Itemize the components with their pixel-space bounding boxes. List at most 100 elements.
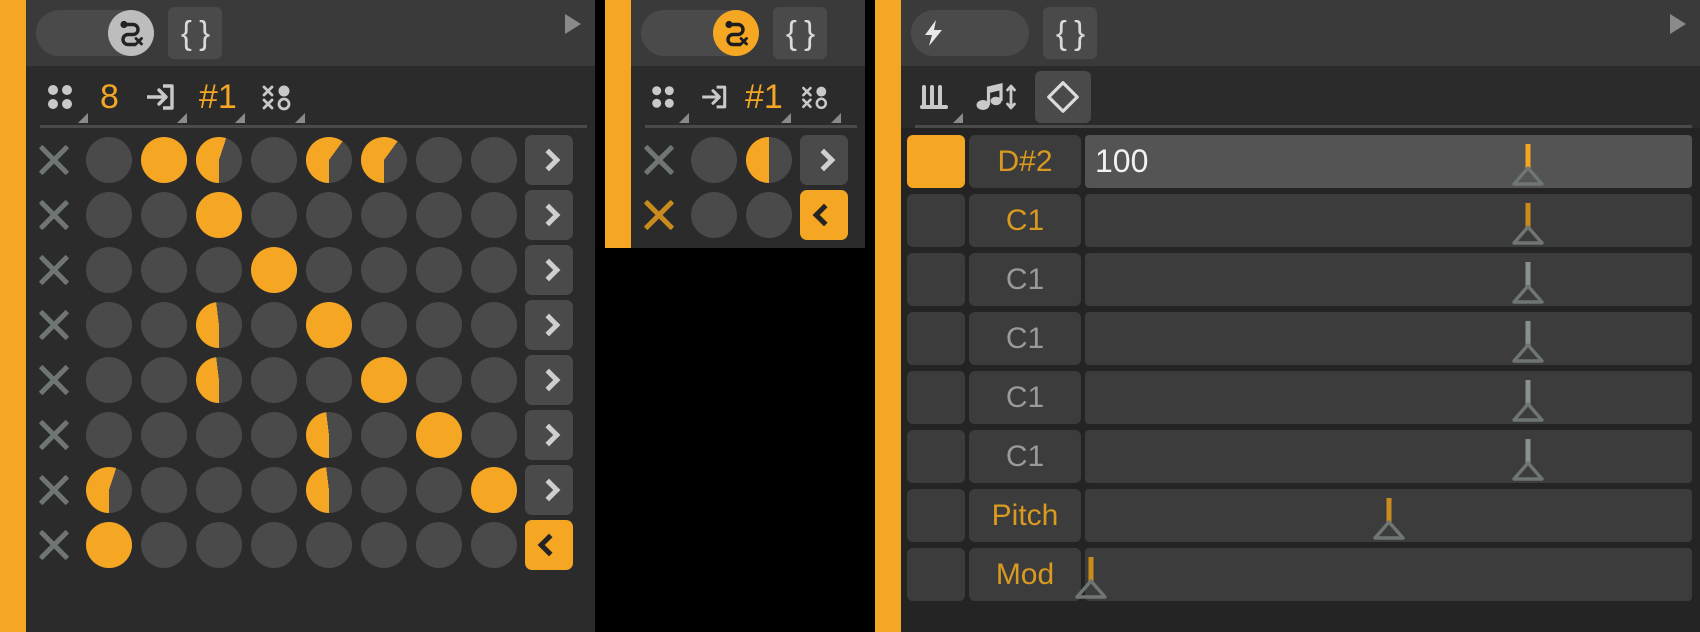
note-enable-toggle[interactable]	[907, 548, 965, 601]
velocity-marker[interactable]	[1511, 439, 1545, 481]
step-cell[interactable]	[301, 132, 356, 187]
enter-box-icon[interactable]	[695, 73, 731, 121]
step-cell[interactable]	[136, 407, 191, 462]
step-cell[interactable]	[411, 462, 466, 517]
note-enable-toggle[interactable]	[907, 312, 965, 365]
step-cell[interactable]	[411, 242, 466, 297]
note-velocity-lane[interactable]	[1085, 312, 1692, 365]
scatter-icon[interactable]	[257, 73, 305, 123]
step-cell[interactable]	[81, 517, 136, 572]
step-cell[interactable]	[356, 462, 411, 517]
diamond-icon[interactable]	[1035, 71, 1091, 123]
row-mute-button[interactable]	[26, 297, 81, 352]
panel3-enable-toggle[interactable]	[911, 10, 1029, 56]
step-cell[interactable]	[81, 242, 136, 297]
note-name-field[interactable]: D#2	[969, 135, 1081, 188]
row-mute-button[interactable]	[26, 187, 81, 242]
step-cell[interactable]	[81, 132, 136, 187]
step-cell[interactable]	[301, 352, 356, 407]
step-cell[interactable]	[246, 297, 301, 352]
step-cell[interactable]	[741, 187, 796, 242]
step-cell[interactable]	[136, 187, 191, 242]
step-cell[interactable]	[356, 297, 411, 352]
step-cell[interactable]	[466, 517, 521, 572]
note-name-field[interactable]: C1	[969, 371, 1081, 424]
note-name-field[interactable]: C1	[969, 194, 1081, 247]
step-cell[interactable]	[246, 517, 301, 572]
velocity-marker[interactable]	[1511, 144, 1545, 186]
note-velocity-lane[interactable]	[1085, 253, 1692, 306]
step-cell[interactable]	[686, 132, 741, 187]
row-next-button[interactable]	[525, 354, 573, 405]
row-mute-button[interactable]	[26, 352, 81, 407]
step-cell[interactable]	[246, 462, 301, 517]
step-cell[interactable]	[356, 517, 411, 572]
row-mute-button[interactable]	[26, 132, 81, 187]
enter-box-icon[interactable]	[139, 73, 187, 123]
step-cell[interactable]	[191, 242, 246, 297]
step-cell[interactable]	[81, 352, 136, 407]
step-cell[interactable]	[246, 352, 301, 407]
step-cell[interactable]	[191, 407, 246, 462]
step-cell[interactable]	[466, 187, 521, 242]
velocity-marker[interactable]	[1511, 262, 1545, 304]
step-cell[interactable]	[136, 132, 191, 187]
step-cell[interactable]	[466, 352, 521, 407]
row-mute-button[interactable]	[26, 462, 81, 517]
panel2-enable-toggle[interactable]	[641, 10, 759, 56]
grid-dots-icon[interactable]	[40, 73, 88, 123]
panel2-braces-button[interactable]: { }	[773, 7, 827, 59]
step-cell[interactable]	[411, 352, 466, 407]
row-next-button[interactable]	[525, 244, 573, 295]
row-next-button[interactable]	[525, 409, 573, 460]
step-cell[interactable]	[81, 407, 136, 462]
step-cell[interactable]	[301, 517, 356, 572]
step-cell[interactable]	[136, 462, 191, 517]
note-enable-toggle[interactable]	[907, 489, 965, 542]
note-velocity-lane[interactable]	[1085, 430, 1692, 483]
faders-icon[interactable]	[915, 73, 963, 123]
play-triangle-icon[interactable]	[1670, 14, 1686, 34]
velocity-marker[interactable]	[1372, 498, 1406, 540]
step-cell[interactable]	[411, 297, 466, 352]
step-cell[interactable]	[466, 242, 521, 297]
step-cell[interactable]	[81, 297, 136, 352]
row-next-button[interactable]	[800, 134, 848, 185]
step-count-value[interactable]: 8	[100, 73, 119, 121]
step-cell[interactable]	[191, 132, 246, 187]
row-mute-button[interactable]	[26, 517, 81, 572]
row-next-button[interactable]	[525, 189, 573, 240]
step-cell[interactable]	[741, 132, 796, 187]
step-cell[interactable]	[246, 132, 301, 187]
row-next-button[interactable]	[525, 464, 573, 515]
step-cell[interactable]	[686, 187, 741, 242]
note-name-field[interactable]: C1	[969, 253, 1081, 306]
note-velocity-lane[interactable]: 100	[1085, 135, 1692, 188]
note-enable-toggle[interactable]	[907, 194, 965, 247]
step-cell[interactable]	[301, 407, 356, 462]
velocity-marker[interactable]	[1511, 203, 1545, 245]
step-cell[interactable]	[466, 132, 521, 187]
step-cell[interactable]	[356, 187, 411, 242]
step-cell[interactable]	[191, 352, 246, 407]
row-mute-button[interactable]	[631, 132, 686, 187]
note-enable-toggle[interactable]	[907, 135, 965, 188]
step-cell[interactable]	[356, 132, 411, 187]
step-cell[interactable]	[246, 187, 301, 242]
panel1-braces-button[interactable]: { }	[168, 7, 222, 59]
row-prev-button[interactable]	[525, 519, 573, 570]
step-cell[interactable]	[191, 517, 246, 572]
note-enable-toggle[interactable]	[907, 430, 965, 483]
grid-dots-icon[interactable]	[645, 73, 689, 123]
step-cell[interactable]	[301, 462, 356, 517]
row-mute-button[interactable]	[631, 187, 686, 242]
note-velocity-lane[interactable]	[1075, 548, 1692, 601]
step-cell[interactable]	[191, 462, 246, 517]
panel3-braces-button[interactable]: { }	[1043, 7, 1097, 59]
velocity-marker[interactable]	[1511, 321, 1545, 363]
pattern-number-value[interactable]: #1	[745, 73, 791, 123]
step-cell[interactable]	[411, 187, 466, 242]
panel1-enable-toggle[interactable]	[36, 10, 154, 56]
step-cell[interactable]	[301, 297, 356, 352]
note-name-field[interactable]: Pitch	[969, 489, 1081, 542]
